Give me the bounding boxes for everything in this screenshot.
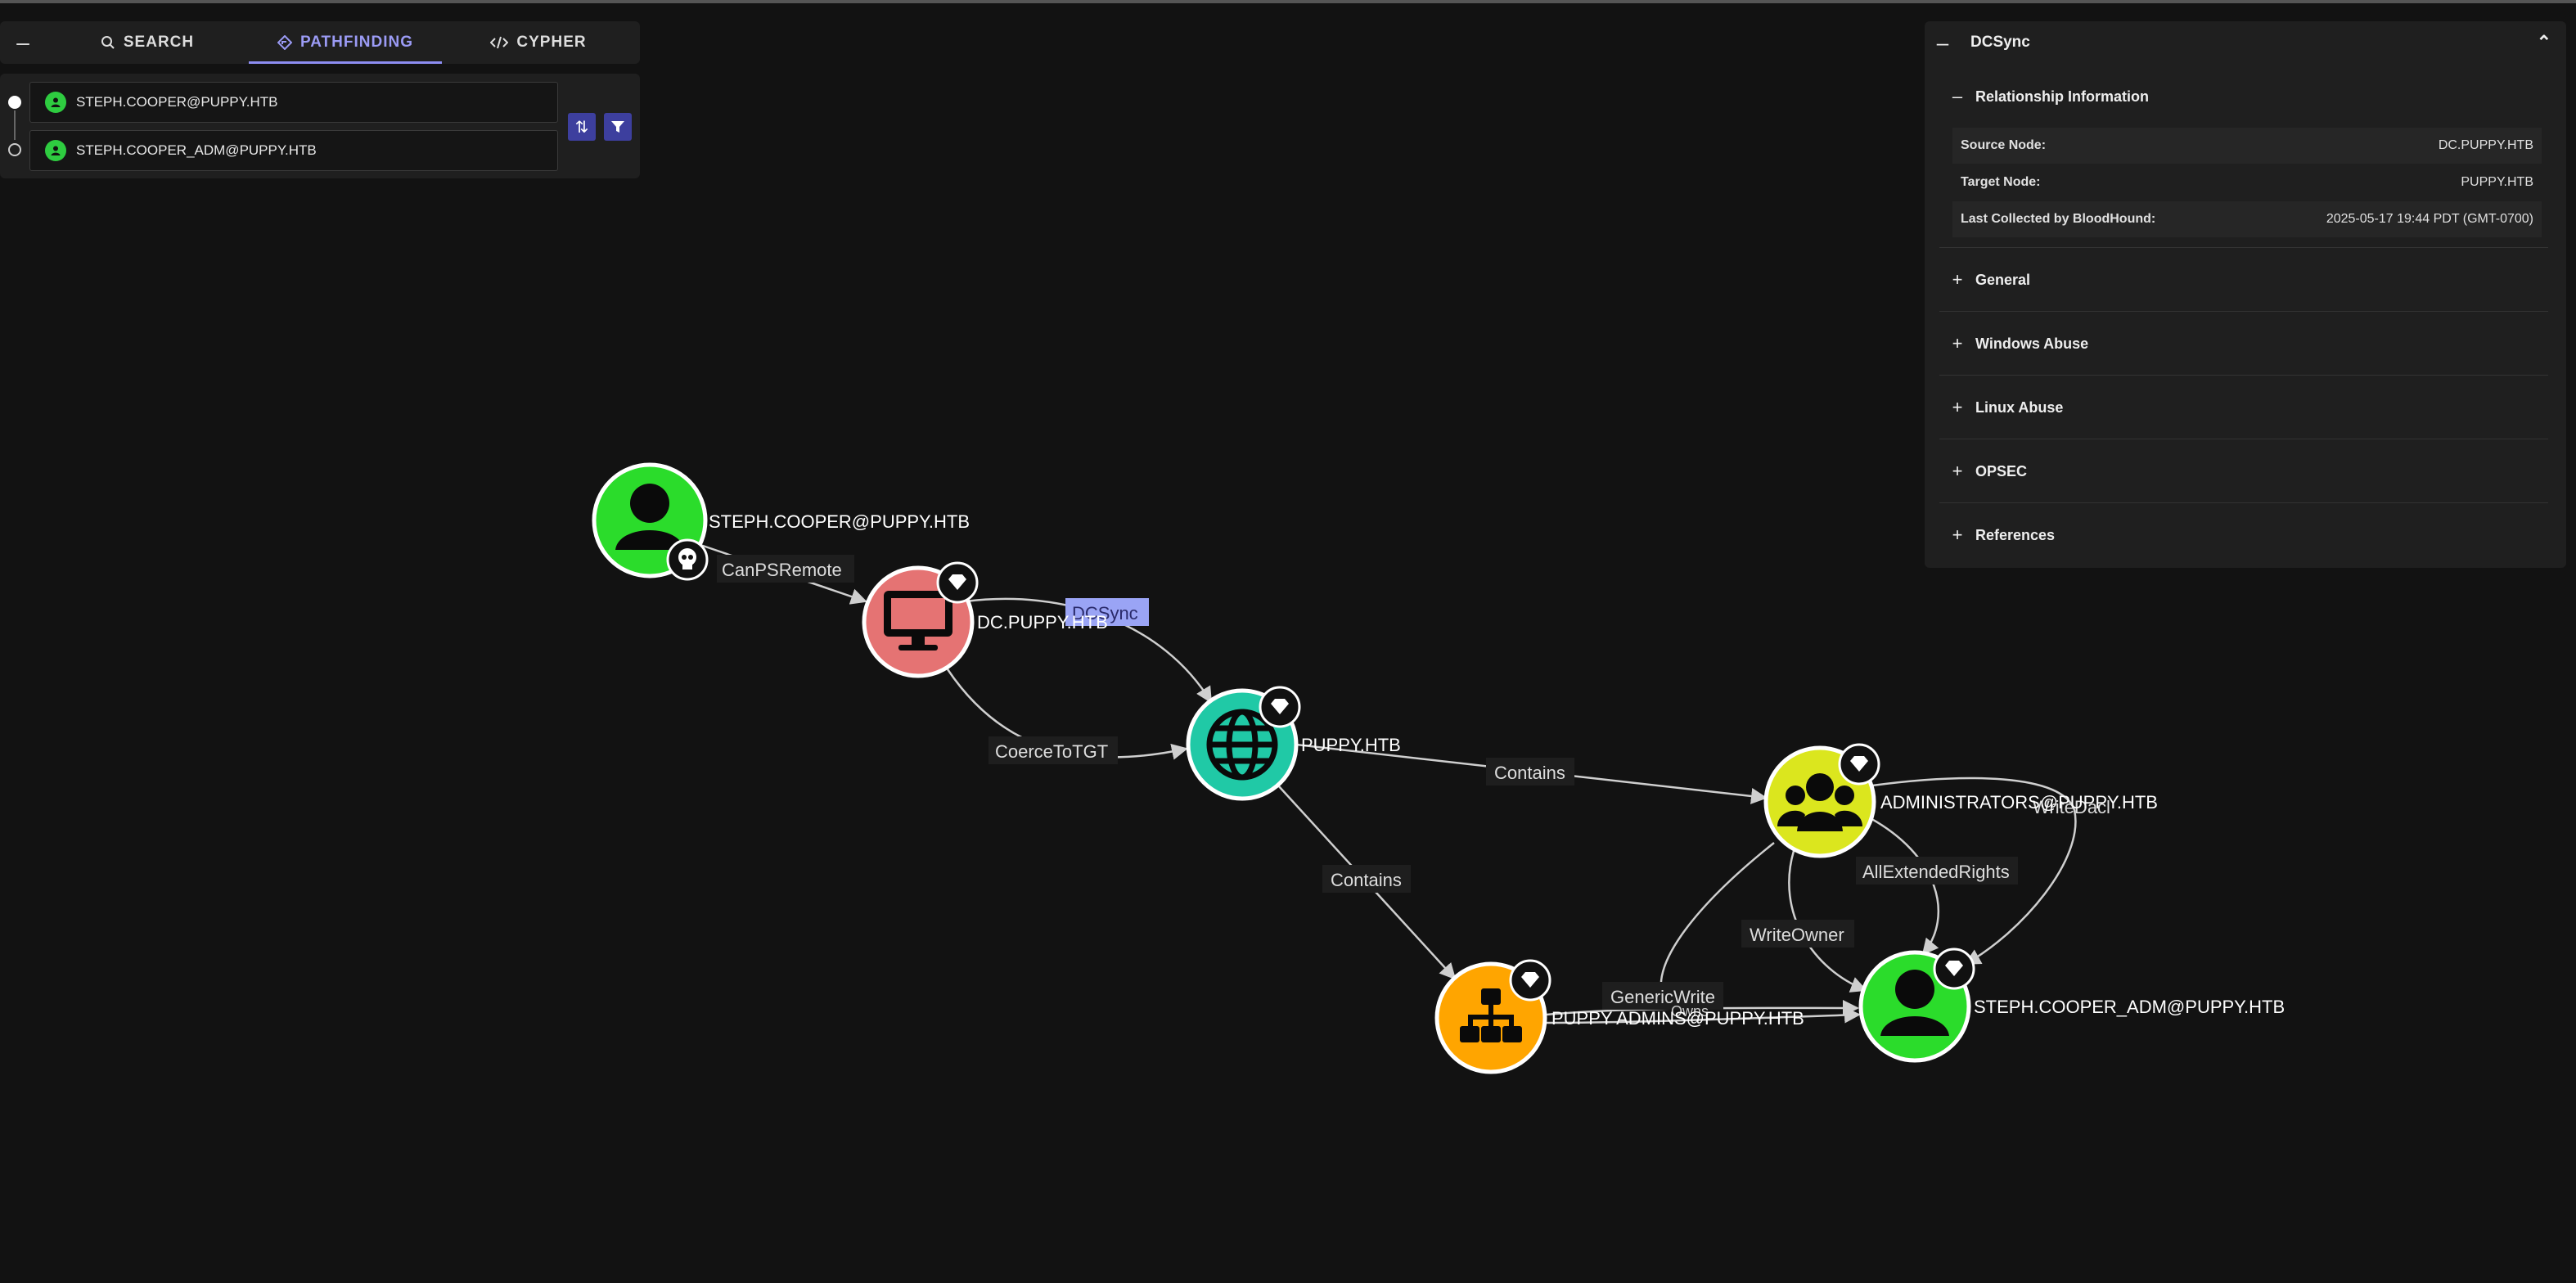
node-label: STEPH.COOPER_ADM@PUPPY.HTB (1974, 997, 2285, 1017)
node-label: ADMINISTRATORS@PUPPY.HTB (1880, 792, 2158, 813)
node-label: DC.PUPPY.HTB (977, 612, 1108, 632)
node-user-steph-cooper-adm[interactable]: STEPH.COOPER_ADM@PUPPY.HTB (1858, 948, 2285, 1063)
node-computer-dc[interactable]: DC.PUPPY.HTB (862, 561, 1108, 678)
edge-label-coercetotgt[interactable]: CoerceToTGT (995, 741, 1108, 762)
edge-label-canpsremote[interactable]: CanPSRemote (722, 560, 842, 580)
graph-canvas[interactable]: CanPSRemote DCSync CoerceToTGT Contains … (0, 0, 2576, 1283)
edge-allextendedrights[interactable] (1867, 815, 1940, 956)
node-label: PUPPY.HTB (1301, 735, 1401, 755)
edge-label-allextendedrights[interactable]: AllExtendedRights (1862, 862, 2010, 882)
node-domain-puppy[interactable]: PUPPY.HTB (1186, 686, 1401, 801)
gem-icon (1933, 948, 1975, 990)
node-ou-puppy-admins[interactable]: PUPPY ADMINS@PUPPY.HTB (1434, 959, 1804, 1074)
node-label: PUPPY ADMINS@PUPPY.HTB (1551, 1008, 1804, 1029)
gem-icon (1509, 959, 1551, 1002)
edge-label-contains[interactable]: Contains (1494, 763, 1565, 783)
edge-label-contains[interactable]: Contains (1331, 870, 1402, 890)
gem-icon (1838, 743, 1880, 786)
node-label: STEPH.COOPER@PUPPY.HTB (709, 511, 970, 532)
skull-icon (666, 538, 709, 581)
gem-icon (936, 561, 979, 604)
gem-icon (1259, 686, 1301, 728)
edge-label-writeowner[interactable]: WriteOwner (1750, 925, 1844, 945)
node-group-administrators[interactable]: ADMINISTRATORS@PUPPY.HTB (1763, 743, 2158, 858)
